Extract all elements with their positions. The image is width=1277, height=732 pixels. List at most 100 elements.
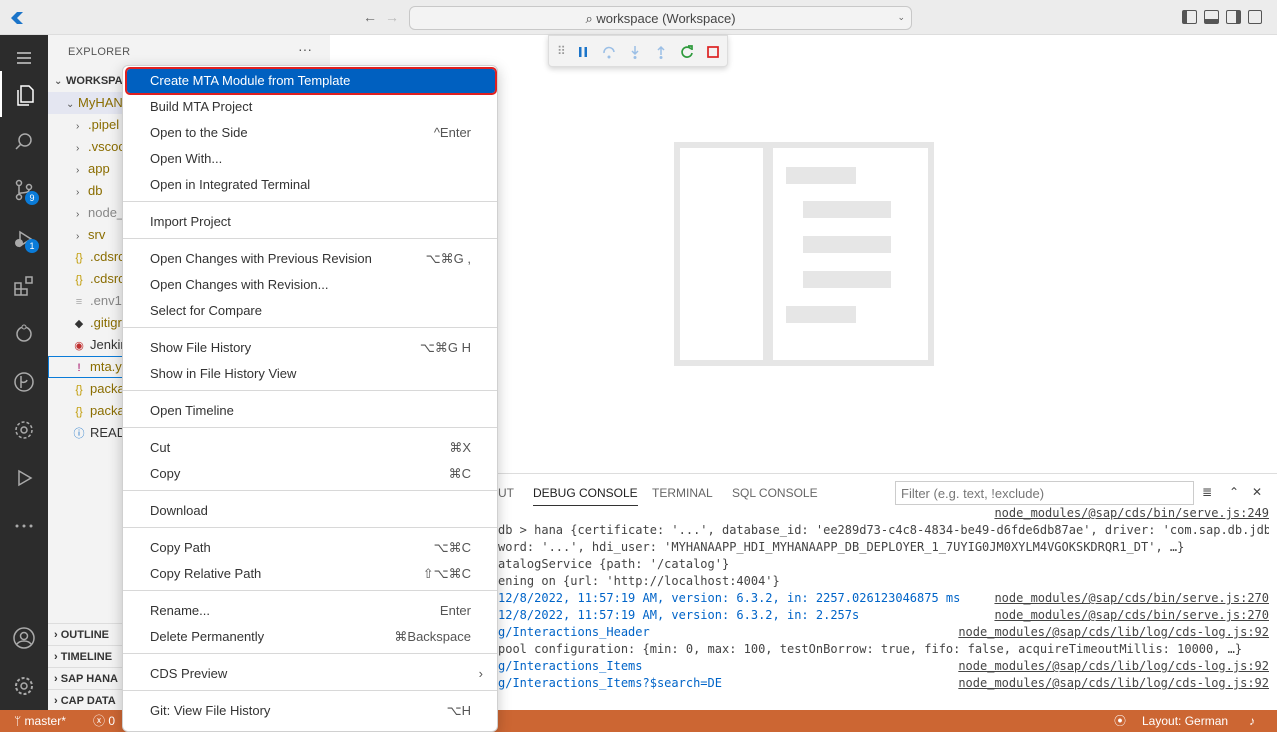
- menu-item-build-mta-project[interactable]: Build MTA Project: [127, 95, 495, 119]
- source-control-activity[interactable]: 9: [0, 167, 48, 213]
- tab-debug-console[interactable]: DEBUG CONSOLE: [533, 486, 638, 506]
- menu-item-rename[interactable]: Rename... Enter: [127, 599, 495, 623]
- menu-item-copy-relative-path[interactable]: Copy Relative Path ⇧⌥⌘C: [127, 562, 495, 586]
- menu-item-label: Copy: [150, 466, 181, 481]
- menu-item-label: Rename...: [150, 603, 210, 618]
- forward-arrow-icon[interactable]: →: [384, 9, 400, 25]
- console-line: g/Interactions_Items node_modules/@sap/cd…: [498, 658, 1269, 675]
- menu-item-import-project[interactable]: Import Project: [127, 210, 495, 234]
- more-actions-icon[interactable]: ···: [298, 41, 312, 57]
- git-graph-activity[interactable]: [0, 359, 48, 405]
- back-arrow-icon[interactable]: ←: [362, 9, 378, 25]
- chevron-down-icon: ⌄: [897, 12, 905, 22]
- sap-activity[interactable]: [0, 407, 48, 453]
- drag-handle-icon[interactable]: ⠿: [557, 44, 573, 60]
- menu-item-git-view-file-history[interactable]: Git: View File History ⌥H: [127, 699, 495, 723]
- menu-item-shortcut: Enter: [439, 603, 471, 618]
- menu-item-label: Open Changes with Revision...: [150, 277, 329, 292]
- console-source-link[interactable]: node_modules/@sap/cds/lib/log/cds-log.js…: [954, 624, 1269, 641]
- toggle-secondary-sidebar-icon[interactable]: [1226, 10, 1241, 24]
- console-source-link[interactable]: node_modules/@sap/cds/lib/log/cds-log.js…: [954, 658, 1269, 675]
- toggle-sidebar-icon[interactable]: [1182, 10, 1197, 24]
- json-file-icon: {}: [75, 406, 83, 418]
- jenkins-file-icon: ◉: [74, 340, 84, 352]
- restart-icon[interactable]: [679, 44, 695, 60]
- console-line: g/Interactions_Header node_modules/@sap/c…: [498, 624, 1269, 641]
- run-debug-activity[interactable]: 1: [0, 215, 48, 261]
- run-icon: [18, 469, 33, 487]
- console-filter-input[interactable]: Filter (e.g. text, !exclude): [895, 481, 1194, 505]
- step-out-icon[interactable]: [653, 44, 669, 60]
- tab-sql-console[interactable]: SQL CONSOLE: [732, 486, 818, 500]
- menu-separator: [123, 653, 497, 654]
- notifications-icon[interactable]: ♪: [1249, 710, 1255, 732]
- editor-watermark-logo: [674, 142, 934, 366]
- clear-console-icon[interactable]: ≣: [1202, 485, 1212, 499]
- console-line: 12/8/2022, 11:57:19 AM, version: 6.3.2, …: [498, 590, 1269, 607]
- toggle-panel-icon[interactable]: [1204, 10, 1219, 24]
- tab-output[interactable]: UT: [498, 486, 514, 500]
- menu-item-open-in-integrated-terminal[interactable]: Open in Integrated Terminal: [127, 173, 495, 197]
- console-source-link[interactable]: node_modules/@sap/cds/bin/serve.js:270: [990, 607, 1269, 624]
- menu-item-open-with[interactable]: Open With...: [127, 147, 495, 171]
- menu-item-copy-path[interactable]: Copy Path ⌥⌘C: [127, 536, 495, 560]
- menu-item-open-changes-with-revision[interactable]: Open Changes with Revision...: [127, 273, 495, 297]
- customize-layout-icon[interactable]: [1248, 10, 1262, 24]
- console-source-link[interactable]: node_modules/@sap/cds/bin/serve.js:249: [990, 505, 1269, 522]
- step-into-icon[interactable]: [627, 44, 643, 60]
- menu-item-download[interactable]: Download: [127, 499, 495, 523]
- menu-item-shortcut: ⌥H: [446, 703, 471, 718]
- menu-item-label: Open in Integrated Terminal: [150, 177, 311, 192]
- console-line: ening on {url: 'http://localhost:4004'}: [498, 573, 1269, 590]
- gear-cluster-icon: [15, 421, 33, 439]
- account-icon: [13, 627, 35, 649]
- cloud-connection-icon: [16, 324, 32, 342]
- menu-item-open-to-the-side[interactable]: Open to the Side ^Enter: [127, 121, 495, 145]
- branch-indicator[interactable]: ᛘ master*: [14, 710, 66, 732]
- menu-separator: [123, 690, 497, 691]
- menu-item-open-timeline[interactable]: Open Timeline: [127, 399, 495, 423]
- manage-activity[interactable]: [0, 663, 48, 709]
- extensions-activity[interactable]: [0, 263, 48, 309]
- chevron-right-icon: ›: [54, 651, 61, 663]
- explorer-activity[interactable]: [0, 71, 48, 117]
- menu-item-show-file-history[interactable]: Show File History ⌥⌘G H: [127, 336, 495, 360]
- console-source-link[interactable]: node_modules/@sap/cds/lib/log/cds-log.js…: [954, 675, 1269, 692]
- console-message: db > hana {certificate: '...', database_…: [498, 523, 1269, 537]
- problems-indicator[interactable]: ⓧ 0: [93, 710, 115, 732]
- menu-item-open-changes-with-previous-revision[interactable]: Open Changes with Previous Revision ⌥⌘G ,: [127, 247, 495, 271]
- pause-icon[interactable]: [575, 44, 591, 60]
- menu-item-cut[interactable]: Cut ⌘X: [127, 436, 495, 460]
- menu-item-shortcut: ⌥⌘C: [433, 540, 471, 555]
- menu-item-delete-permanently[interactable]: Delete Permanently ⌘Backspace: [127, 625, 495, 649]
- menu-item-cds-preview[interactable]: CDS Preview ›: [127, 662, 495, 686]
- menu-separator: [123, 490, 497, 491]
- stop-icon[interactable]: [705, 44, 721, 60]
- menu-item-label: Copy Relative Path: [150, 566, 262, 581]
- keyboard-layout[interactable]: Layout: German: [1142, 710, 1228, 732]
- menu-item-copy[interactable]: Copy ⌘C: [127, 462, 495, 486]
- close-panel-icon[interactable]: ✕: [1252, 485, 1262, 499]
- debug-toolbar: ⠿: [548, 35, 728, 67]
- console-message: g/Interactions_Header: [498, 625, 650, 639]
- menu-item-label: Select for Compare: [150, 303, 262, 318]
- menu-item-create-mta-module-from-template[interactable]: Create MTA Module from Template: [125, 67, 497, 95]
- broadcast-icon[interactable]: ⦿: [1114, 710, 1126, 732]
- title-bar: ← → ⌕ workspace (Workspace) ⌄: [0, 0, 1277, 35]
- menu-item-show-in-file-history-view[interactable]: Show in File History View: [127, 362, 495, 386]
- menu-item-select-for-compare[interactable]: Select for Compare: [127, 299, 495, 323]
- step-over-icon[interactable]: [601, 44, 617, 60]
- console-line: g/Interactions_Items?$search=DE node_modu…: [498, 675, 1269, 692]
- console-source-link[interactable]: node_modules/@sap/cds/bin/serve.js:270: [990, 590, 1269, 607]
- cf-activity[interactable]: [0, 311, 48, 357]
- more-activity[interactable]: [0, 503, 48, 549]
- command-center-search[interactable]: ⌕ workspace (Workspace) ⌄: [409, 6, 912, 30]
- maximize-panel-icon[interactable]: ⌃: [1229, 485, 1239, 499]
- hamburger-menu-icon: [17, 52, 31, 64]
- menu-separator: [123, 527, 497, 528]
- accounts-activity[interactable]: [0, 615, 48, 661]
- search-activity[interactable]: [0, 119, 48, 165]
- run-activity[interactable]: [0, 455, 48, 501]
- tab-terminal[interactable]: TERMINAL: [652, 486, 713, 500]
- more-icon: [15, 524, 33, 528]
